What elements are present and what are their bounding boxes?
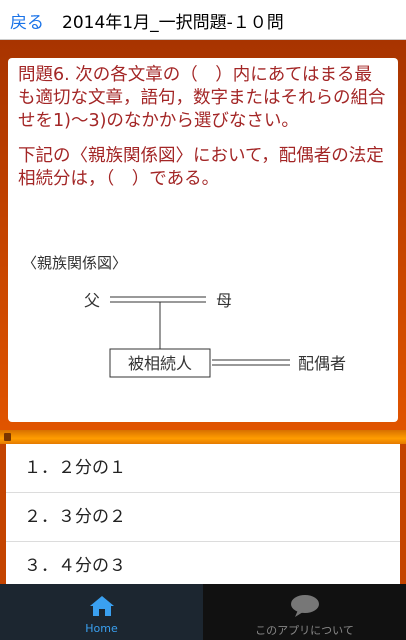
family-relationship-diagram: 〈親族関係図〉 父 母 被相続人 配偶者: [22, 254, 346, 378]
question-body: 下記の〈親族関係図〉において，配偶者の法定相続分は，（ ）である。: [18, 146, 384, 189]
question-card: 問題6. 次の各文章の（ ）内にあてはまる最も適切な文章，語句，数字またはそれら…: [8, 58, 398, 422]
answer-list: １．２分の１ ２．３分の２ ３．４分の３: [0, 444, 406, 584]
answer-option-3[interactable]: ３．４分の３: [6, 542, 400, 584]
tab-home-label: Home: [85, 622, 118, 635]
tab-about-label: このアプリについて: [255, 624, 354, 637]
question-area: 問題6. 次の各文章の（ ）内にあてはまる最も適切な文章，語句，数字またはそれら…: [0, 40, 406, 430]
answer-option-1[interactable]: １．２分の１: [6, 444, 400, 493]
app-header: 戻る 2014年1月_一択問題-１０問: [0, 0, 406, 40]
back-button[interactable]: 戻る: [10, 8, 44, 33]
divider-knob: [4, 433, 11, 441]
divider-bar: [0, 430, 406, 444]
bottom-tab-bar: Home このアプリについて: [0, 584, 406, 640]
tab-about-app[interactable]: このアプリについて: [203, 584, 406, 640]
tab-home[interactable]: Home: [0, 584, 203, 640]
spouse-label: 配偶者: [298, 354, 346, 373]
mother-label: 母: [216, 291, 232, 310]
home-icon: [89, 596, 114, 616]
question-instruction: 問題6. 次の各文章の（ ）内にあてはまる最も適切な文章，語句，数字またはそれら…: [18, 65, 386, 131]
page-title: 2014年1月_一択問題-１０問: [62, 13, 284, 33]
father-label: 父: [84, 291, 100, 310]
answer-option-2[interactable]: ２．３分の２: [6, 493, 400, 542]
deceased-label: 被相続人: [128, 354, 192, 373]
diagram-caption: 〈親族関係図〉: [22, 254, 127, 272]
speech-bubble-icon: [290, 595, 319, 617]
